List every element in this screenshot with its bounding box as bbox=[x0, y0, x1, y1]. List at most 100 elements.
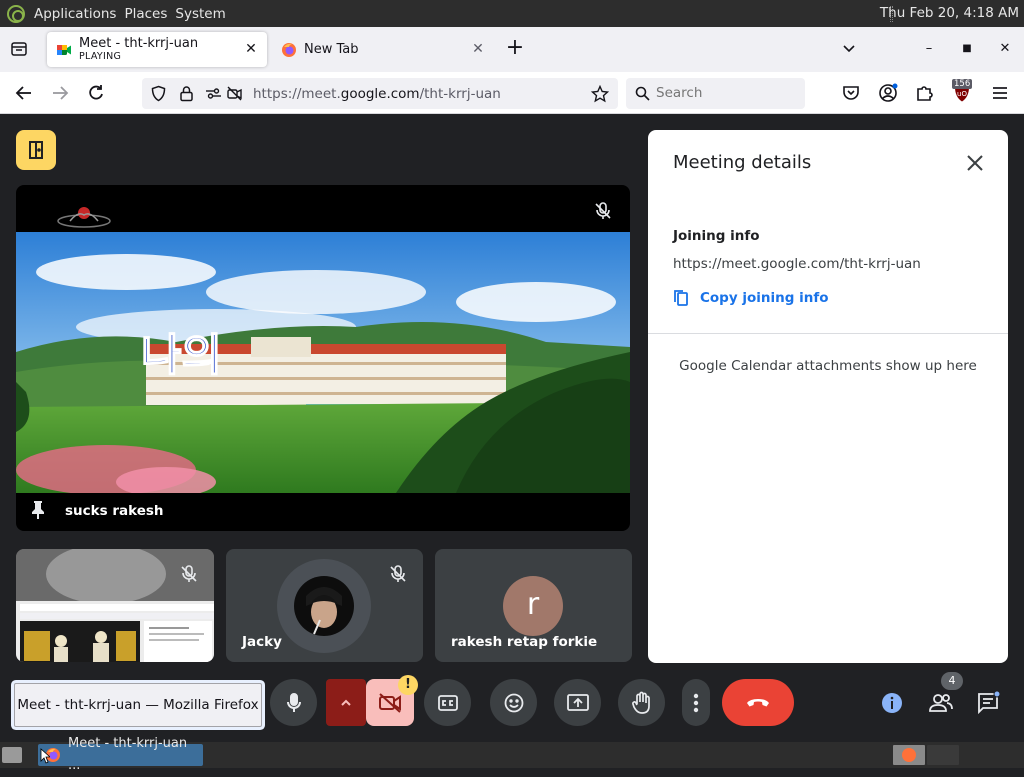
taskbar-item-firefox[interactable]: Meet - tht-krrj-uan ... bbox=[38, 736, 203, 773]
show-desktop-button[interactable] bbox=[2, 747, 22, 763]
calendar-attachments-note: Google Calendar attachments show up here bbox=[679, 358, 977, 374]
emoji-icon bbox=[504, 693, 523, 712]
account-icon[interactable] bbox=[878, 83, 898, 103]
workspace-1[interactable] bbox=[893, 745, 925, 765]
more-vertical-icon bbox=[693, 693, 699, 712]
captions-button[interactable] bbox=[424, 679, 471, 726]
firefox-icon bbox=[282, 42, 296, 57]
camera-off-icon bbox=[379, 692, 401, 713]
avatar bbox=[294, 576, 354, 636]
participant-name: Jacky bbox=[242, 634, 282, 650]
participant-name: sucks rakesh bbox=[65, 503, 164, 519]
extensions-puzzle-icon[interactable] bbox=[914, 83, 934, 103]
tab-meet[interactable]: Meet - tht-krrj-uan PLAYING ✕ bbox=[47, 32, 267, 67]
pin-icon[interactable] bbox=[30, 500, 46, 520]
participant-tile-rakesh[interactable]: r rakesh retap forkie bbox=[435, 549, 632, 662]
hang-up-phone-icon bbox=[747, 698, 769, 706]
minimize-window-icon[interactable]: – bbox=[919, 39, 939, 59]
reactions-button[interactable] bbox=[490, 679, 537, 726]
meeting-details-info-icon[interactable] bbox=[880, 691, 904, 715]
raise-hand-icon bbox=[631, 691, 650, 714]
clock[interactable]: Thu Feb 20, 4:18 AM bbox=[880, 5, 1019, 21]
lock-icon[interactable] bbox=[178, 85, 195, 102]
workspace-2[interactable] bbox=[927, 745, 959, 765]
gnome-top-panel: Applications Places System Thu Feb 20, 4… bbox=[0, 0, 1024, 27]
close-tab-icon[interactable]: ✕ bbox=[243, 41, 259, 57]
close-window-icon[interactable]: ✕ bbox=[995, 39, 1015, 59]
svg-text:uO: uO bbox=[957, 90, 967, 98]
mic-muted-icon bbox=[390, 565, 406, 582]
url-text[interactable]: https://meet.google.com/tht-krrj-uan bbox=[253, 86, 501, 102]
microphone-icon bbox=[286, 692, 301, 712]
pocket-icon[interactable] bbox=[841, 83, 861, 103]
shared-video-image: 나의 bbox=[16, 232, 630, 493]
tracking-protection-shield-icon[interactable] bbox=[150, 85, 167, 102]
search-icon bbox=[635, 86, 650, 101]
participant-tile-screen[interactable] bbox=[16, 549, 214, 662]
mouse-cursor-icon bbox=[40, 748, 50, 764]
tab-playing-label: PLAYING bbox=[79, 51, 122, 63]
hamburger-menu-icon[interactable] bbox=[990, 83, 1010, 103]
camera-alert-badge[interactable]: ! bbox=[398, 675, 418, 695]
mic-muted-icon bbox=[595, 202, 611, 219]
reload-icon[interactable] bbox=[86, 83, 106, 103]
joining-url: https://meet.google.com/tht-krrj-uan bbox=[673, 256, 921, 272]
back-arrow-icon[interactable] bbox=[14, 83, 34, 103]
tab-new-tab[interactable]: New Tab ✕ bbox=[272, 32, 494, 67]
meeting-details-panel: Meeting details Joining info https://mee… bbox=[648, 130, 1008, 663]
closed-captions-icon bbox=[437, 694, 458, 711]
tab-title: Meet - tht-krrj-uan bbox=[79, 36, 199, 52]
chevron-up-icon bbox=[341, 699, 351, 706]
microphone-button[interactable] bbox=[270, 679, 317, 726]
distro-logo-icon[interactable] bbox=[7, 4, 25, 23]
taskbar-item-label: Meet - tht-krrj-uan ... bbox=[68, 736, 188, 773]
meet-stage: 나의 sucks rakesh Jacky r rakesh retap for… bbox=[0, 115, 1024, 742]
places-menu[interactable]: Places bbox=[121, 6, 170, 22]
participant-name: rakesh retap forkie bbox=[451, 634, 598, 650]
copy-joining-info-button[interactable]: Copy joining info bbox=[673, 286, 828, 310]
copy-joining-info-label: Copy joining info bbox=[700, 290, 829, 306]
forward-arrow-icon[interactable] bbox=[50, 83, 70, 103]
bookmark-star-icon[interactable] bbox=[591, 85, 609, 103]
host-controls-button[interactable] bbox=[16, 130, 56, 170]
avatar: r bbox=[503, 576, 563, 636]
people-count-badge: 4 bbox=[941, 672, 963, 690]
list-all-tabs-chevron-icon[interactable] bbox=[842, 42, 856, 56]
camera-blocked-icon[interactable] bbox=[226, 85, 243, 102]
firefox-icon bbox=[902, 748, 916, 762]
present-screen-button[interactable] bbox=[554, 679, 601, 726]
mic-muted-icon bbox=[181, 565, 197, 582]
new-tab-plus-icon[interactable]: + bbox=[503, 37, 527, 61]
ublock-blocked-count-badge: 156 bbox=[952, 79, 973, 89]
navigation-toolbar: https://meet.google.com/tht-krrj-uan uO bbox=[0, 72, 1024, 114]
maximize-window-icon[interactable]: ■ bbox=[957, 39, 977, 59]
gnome-bottom-panel: Meet - tht-krrj-uan ... bbox=[0, 736, 1024, 773]
raise-hand-button[interactable] bbox=[618, 679, 665, 726]
tab-title: New Tab bbox=[304, 42, 359, 57]
panel-title: Meeting details bbox=[673, 152, 812, 173]
participant-tile-jacky[interactable]: Jacky bbox=[226, 549, 423, 662]
close-tab-icon[interactable]: ✕ bbox=[470, 41, 486, 57]
search-bar[interactable] bbox=[626, 78, 805, 109]
google-meet-icon bbox=[57, 44, 71, 55]
permissions-icon[interactable] bbox=[204, 85, 223, 102]
applications-menu[interactable]: Applications bbox=[31, 6, 119, 22]
leave-call-button[interactable] bbox=[722, 679, 794, 726]
firefox-view-icon[interactable] bbox=[10, 40, 28, 58]
system-menu[interactable]: System bbox=[172, 6, 228, 22]
window-title-tooltip: Meet - tht-krrj-uan — Mozilla Firefox bbox=[14, 683, 262, 727]
url-bar[interactable]: https://meet.google.com/tht-krrj-uan bbox=[142, 78, 618, 109]
search-input[interactable] bbox=[656, 85, 796, 101]
divider bbox=[648, 333, 1008, 334]
door-icon bbox=[29, 141, 43, 159]
copy-icon bbox=[674, 290, 688, 306]
audio-video-options-button[interactable] bbox=[326, 679, 366, 726]
people-icon[interactable] bbox=[928, 691, 954, 715]
svg-text:나의: 나의 bbox=[141, 330, 222, 381]
joining-info-heading: Joining info bbox=[673, 228, 760, 244]
present-screen-icon bbox=[566, 693, 589, 711]
more-options-button[interactable] bbox=[682, 679, 710, 726]
close-icon[interactable] bbox=[964, 152, 986, 174]
chat-icon[interactable] bbox=[976, 691, 1000, 715]
main-participant-tile[interactable]: 나의 sucks rakesh bbox=[16, 185, 630, 531]
